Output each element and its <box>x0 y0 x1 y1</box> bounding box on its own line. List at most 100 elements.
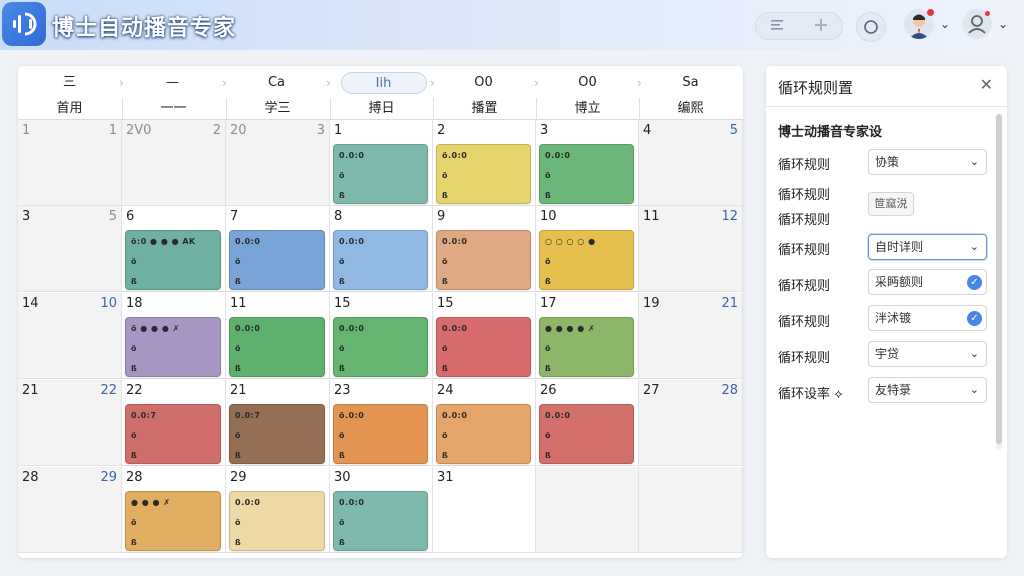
day-alt-number: 3 <box>316 123 325 138</box>
nav-item[interactable]: O0 <box>536 70 639 96</box>
nav-item[interactable]: Ca <box>225 70 328 96</box>
event-text: ö <box>131 344 137 353</box>
day-number: 4 <box>643 123 652 138</box>
event-text: ß <box>545 277 552 286</box>
day-alt-number: 5 <box>729 123 738 138</box>
day-cell[interactable]: 45 <box>639 120 743 206</box>
schedule-event[interactable]: ● ● ● ✗ ö ß <box>125 491 221 551</box>
weekday-label: 首用 <box>56 101 83 116</box>
day-number: 14 <box>22 296 39 311</box>
event-text: 0.0:0 <box>235 498 261 507</box>
nav-item[interactable]: O0 <box>432 70 535 96</box>
event-text: ß <box>442 364 449 373</box>
event-text: ß <box>442 451 449 460</box>
list-icon[interactable] <box>770 17 786 36</box>
day-cell[interactable]: 27 28 <box>639 380 743 466</box>
close-icon[interactable]: ✕ <box>980 75 993 94</box>
schedule-event[interactable]: 0.0:0 ö ß <box>539 404 634 464</box>
weekday-label: 搏日 <box>368 101 395 116</box>
day-cell[interactable]: 21 22 <box>18 380 122 466</box>
panel-scrollbar-thumb[interactable] <box>996 114 1002 444</box>
schedule-event[interactable]: 0.0:0 ö ß <box>229 317 325 377</box>
event-text: ß <box>131 538 138 547</box>
event-text: ö <box>235 344 241 353</box>
schedule-event[interactable]: ö:0 ● ● ● AK ö ß <box>125 230 221 290</box>
day-cell[interactable]: 2V0 2 <box>122 120 226 206</box>
day-cell[interactable] <box>639 467 743 553</box>
rule-select[interactable]: 协策 ⌄ <box>868 149 987 175</box>
app-header: 博士自动播音专家 ⌄ ⌄ <box>0 0 1024 50</box>
nav-item-active[interactable]: Iih <box>332 70 435 96</box>
schedule-event[interactable]: 0.0:0 ö ß <box>229 230 325 290</box>
day-alt-number: 2 <box>212 123 221 138</box>
schedule-event[interactable]: 0.0:0 ö ß <box>436 230 531 290</box>
event-text: 0.0:7 <box>131 411 157 420</box>
event-text: ö <box>545 344 551 353</box>
day-cell[interactable]: 11 <box>18 120 122 206</box>
rate-select[interactable]: 友特菉 ⌄ <box>868 377 987 403</box>
schedule-event[interactable]: 0.0:0 ö ß <box>436 317 531 377</box>
event-text: ß <box>339 364 346 373</box>
event-text: 0.0:0 <box>235 324 261 333</box>
edit-icon[interactable]: ✓ <box>967 275 982 290</box>
day-cell[interactable]: 35 <box>18 206 122 292</box>
schedule-event[interactable]: ö.0:0 ö ß <box>436 144 531 204</box>
day-number: 10 <box>540 209 557 224</box>
edit-icon[interactable]: ✓ <box>967 311 982 326</box>
profile-menu-chevron-icon[interactable]: ⌄ <box>998 17 1008 31</box>
day-alt-number: 29 <box>100 470 117 485</box>
event-text: ß <box>131 277 138 286</box>
nav-item[interactable]: Sa <box>639 70 742 96</box>
event-text: 0.0:0 <box>545 411 571 420</box>
schedule-event[interactable]: ö ● ● ● ✗ ö ß <box>125 317 221 377</box>
schedule-event[interactable]: 0.0:7 ö ß <box>229 404 325 464</box>
rate-select-value: 友特菉 <box>875 383 912 397</box>
field-label: 循环设率 ⟡ <box>778 387 843 402</box>
schedule-event[interactable]: 0.0:0 ö ß <box>333 230 428 290</box>
day-number: 22 <box>126 383 143 398</box>
field-label: 循环规则 <box>778 279 831 294</box>
day-cell[interactable]: 20 3 <box>226 120 330 206</box>
day-cell[interactable]: 11 12 <box>639 206 743 292</box>
rule-input[interactable]: 泮沭镀 ✓ <box>868 305 987 331</box>
day-cell[interactable]: 31 <box>433 467 536 553</box>
event-text: ö.0:0 <box>442 151 468 160</box>
schedule-event[interactable]: ö.0:0 ö ß <box>333 404 428 464</box>
event-text: ö.0:0 <box>339 411 365 420</box>
event-text: ß <box>131 364 138 373</box>
schedule-event[interactable]: 0.0:0 ö ß <box>436 404 531 464</box>
field-label: 循环规则 <box>778 213 831 228</box>
day-cell[interactable]: 19 21 <box>639 293 743 379</box>
event-text: ö <box>545 431 551 440</box>
day-number: 27 <box>643 383 660 398</box>
day-number: 2V0 <box>126 123 152 138</box>
event-text: ß <box>235 364 242 373</box>
day-number: 11 <box>230 296 247 311</box>
schedule-event[interactable]: 0.0:7 ö ß <box>125 404 221 464</box>
schedule-event[interactable]: 0.0:0 ö ß <box>333 317 428 377</box>
schedule-event[interactable]: 0.0:0 ö ß <box>539 144 634 204</box>
refresh-button[interactable] <box>856 12 886 42</box>
rule-button[interactable]: 笸窳涚 <box>868 192 914 216</box>
day-cell[interactable]: 14 10 <box>18 293 122 379</box>
rule-select-focused[interactable]: 自时详则 ⌄ <box>868 234 987 260</box>
schedule-event[interactable]: 0.0:0 ö ß <box>333 491 428 551</box>
event-text: 0.0:0 <box>442 324 468 333</box>
user-menu-chevron-icon[interactable]: ⌄ <box>940 17 950 31</box>
nav-item[interactable]: 三 <box>18 70 121 96</box>
field-label: 循环规则 <box>778 188 831 203</box>
rule-select[interactable]: 宇贷 ⌄ <box>868 341 987 367</box>
day-cell[interactable]: 28 29 <box>18 467 122 553</box>
event-text: ß <box>442 191 449 200</box>
nav-item[interactable]: — <box>121 70 224 96</box>
schedule-event[interactable]: 0.0:0 ö ß <box>333 144 428 204</box>
schedule-event[interactable]: ● ● ● ● ✗ ö ß <box>539 317 634 377</box>
day-cell[interactable] <box>536 467 639 553</box>
event-text: ß <box>442 277 449 286</box>
refresh-icon <box>864 20 878 34</box>
event-text: ß <box>235 277 242 286</box>
schedule-event[interactable]: 0.0:0 ö ß <box>229 491 325 551</box>
plus-icon[interactable] <box>814 17 828 36</box>
schedule-event[interactable]: ○ ○ ○ ○ ● ö ß <box>539 230 634 290</box>
rule-input[interactable]: 采眄额则 ✓ <box>868 269 987 295</box>
